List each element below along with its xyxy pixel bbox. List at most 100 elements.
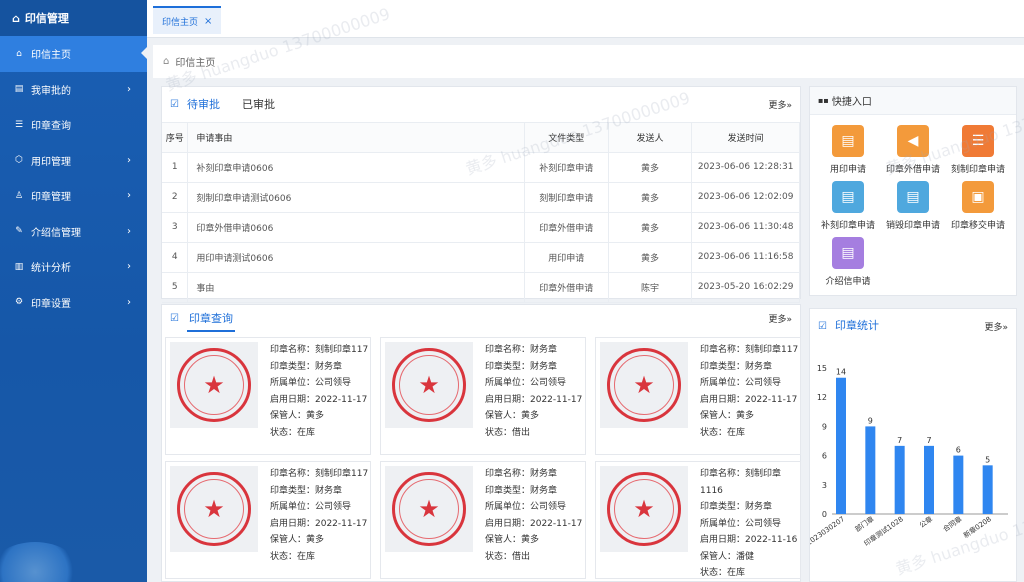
star-icon: ★	[203, 371, 225, 399]
stamp-icon: ☰	[962, 125, 994, 157]
seal-info-line: 印章类型：财务章	[485, 361, 558, 372]
seal-info-line: 状态：在库	[700, 568, 746, 578]
home-icon: ⌂	[16, 48, 22, 59]
y-tick-label: 6	[822, 452, 827, 461]
table-row[interactable]: 5 事由 印章外借申请 陈宇 2023-05-20 16:02:29	[162, 272, 800, 303]
x-tick-label: 印章2023030207	[810, 514, 846, 555]
data-label: 14	[836, 368, 846, 377]
quick-entry-label: 补刻印章申请	[820, 221, 875, 231]
table-row[interactable]: 4 用印申请测试0606 用印申请 黄多 2023-06-06 11:16:58	[162, 242, 800, 273]
quick-entry-item[interactable]: ▤ 介绍信申请	[816, 237, 880, 287]
sidebar-item-7[interactable]: ⚙ 印章设置 ›	[0, 285, 147, 321]
seal-card[interactable]: ★ 印章名称：刻制印章117 印章类型：财务章 所属单位：公司领导 启用日期：2022-…	[165, 337, 371, 455]
seal-info-line: 印章名称：刻制印章117	[270, 469, 369, 479]
seal-info-line: 保管人：黄多	[700, 411, 755, 421]
seal-ring: ★	[607, 472, 681, 546]
table-cell: 黄多	[608, 242, 693, 273]
seal-info-line: 印章名称：财务章	[485, 345, 558, 355]
quick-entry-item[interactable]: ▤ 用印申请	[816, 125, 880, 175]
seal-query-title[interactable]: 印章查询	[186, 306, 235, 332]
table-cell: 刻制印章申请测试0606	[187, 182, 525, 213]
table-row[interactable]: 1 补刻印章申请0606 补刻印章申请 黄多 2023-06-06 12:28:31	[162, 152, 800, 183]
sidebar-item-label: 统计分析	[31, 263, 71, 275]
y-tick-label: 12	[817, 393, 827, 402]
quick-entry-item[interactable]: ▤ 销毁印章申请	[881, 181, 945, 231]
chevron-right-icon: ›	[127, 296, 131, 308]
table-cell: 2023-06-06 12:02:09	[691, 182, 800, 213]
seal-info-line: 保管人：黄多	[270, 411, 325, 421]
column-header: 发送人	[608, 123, 693, 153]
more-link[interactable]: 更多»	[984, 309, 1008, 343]
checkbox-icon: ☑	[818, 320, 827, 332]
tab-pending[interactable]: 待审批	[187, 96, 220, 114]
seal-info-line: 印章类型：财务章	[485, 485, 558, 496]
seal-info-line: 印章名称：刻制印章117	[270, 345, 369, 355]
sidebar-item-4[interactable]: ♙ 印章管理 ›	[0, 178, 147, 214]
bar	[836, 377, 846, 514]
list-search-icon: ☰	[14, 119, 24, 130]
sidebar-item-0[interactable]: ⌂ 印信主页	[0, 36, 147, 72]
tab-approved[interactable]: 已审批	[242, 96, 275, 114]
table-cell: 补刻印章申请0606	[187, 152, 525, 183]
table-cell: 4	[162, 242, 189, 273]
y-tick-label: 15	[817, 364, 827, 373]
table-row[interactable]: 3 印章外借申请0606 印章外借申请 黄多 2023-06-06 11:30:48	[162, 212, 800, 243]
sidebar-item-6[interactable]: ▥ 统计分析 ›	[0, 249, 147, 285]
seal-info-line: 所属单位：公司领导	[485, 378, 567, 388]
seal-info-line: 保管人：黄多	[485, 411, 540, 421]
data-label: 6	[956, 446, 961, 455]
chevron-right-icon: ›	[127, 190, 131, 202]
document-stamp-icon: ▤	[832, 125, 864, 157]
bar	[924, 445, 934, 514]
home-icon: ⌂	[163, 56, 170, 67]
more-link[interactable]: 更多»	[768, 305, 792, 332]
tab-label: 印信主页	[162, 17, 199, 28]
star-icon: ★	[203, 495, 225, 523]
seal-image: ★	[600, 342, 688, 428]
seal-info-line: 所属单位：公司领导	[700, 378, 782, 388]
seal-card[interactable]: ★ 印章名称：财务章 印章类型：财务章 所属单位：公司领导 启用日期：2022-11-1…	[380, 461, 586, 579]
seal-card[interactable]: ★ 印章名称：刻制印章117 印章类型：财务章 所属单位：公司领导 启用日期：2022-…	[165, 461, 371, 579]
seal-info-line: 状态：在库	[700, 427, 746, 438]
quick-entry-item[interactable]: ☰ 刻制印章申请	[946, 125, 1010, 175]
more-link[interactable]: 更多»	[768, 87, 792, 122]
tab-home[interactable]: 印信主页 ×	[153, 6, 222, 34]
sidebar-item-label: 印信主页	[31, 50, 71, 62]
approval-table: 序号 申请事由 文件类型 发送人 发送时间 1 补刻印章申请0606 补刻印章申请 黄多 202…	[162, 123, 800, 303]
seal-ring: ★	[392, 472, 466, 546]
settings-icon: ⚙	[14, 297, 24, 308]
close-icon[interactable]: ×	[204, 16, 212, 27]
column-header: 申请事由	[187, 123, 525, 153]
seal-info-line: 印章类型：财务章	[700, 361, 773, 372]
quick-entry-item[interactable]: ▤ 补刻印章申请	[816, 181, 880, 231]
sidebar-item-5[interactable]: ✎ 介绍信管理 ›	[0, 214, 147, 250]
table-row[interactable]: 2 刻制印章申请测试0606 刻制印章申请 黄多 2023-06-06 12:02:09	[162, 182, 800, 213]
seal-info-line: 启用日期：2022-11-17	[485, 518, 583, 529]
chevron-right-icon: ›	[127, 261, 131, 273]
quick-entry-label: 印章移交申请	[950, 221, 1005, 231]
quick-entry-label: 刻制印章申请	[950, 165, 1005, 175]
seal-info-line: 所属单位：公司领导	[485, 502, 567, 512]
bar	[865, 426, 876, 514]
home-icon: ⌂	[12, 11, 20, 25]
transfer-icon: ▣	[962, 181, 994, 213]
sidebar-item-2[interactable]: ☰ 印章查询	[0, 107, 147, 143]
column-header: 发送时间	[691, 123, 800, 153]
seal-card[interactable]: ★ 印章名称：刻制印章1116 印章类型：财务章 所属单位：公司领导 启用日期：2022…	[595, 461, 801, 579]
sidebar-item-3[interactable]: ⬡ 用印管理 ›	[0, 143, 147, 179]
quick-entry-label: 用印申请	[829, 165, 866, 175]
table-cell: 黄多	[608, 182, 693, 213]
table-cell: 2023-05-20 16:02:29	[691, 272, 800, 303]
seal-card[interactable]: ★ 印章名称：刻制印章117 印章类型：财务章 所属单位：公司领导 启用日期：2022-…	[595, 337, 801, 455]
sidebar-item-1[interactable]: ▤ 我审批的 ›	[0, 72, 147, 108]
quick-entry-item[interactable]: ◀ 印章外借申请	[881, 125, 945, 175]
checkbox-icon: ☑	[170, 313, 179, 324]
breadcrumb-label[interactable]: 印信主页	[175, 54, 215, 69]
grid-icon: ▪▪	[818, 96, 829, 105]
box-icon: ⬡	[15, 155, 23, 166]
seal-card[interactable]: ★ 印章名称：财务章 印章类型：财务章 所属单位：公司领导 启用日期：2022-11-1…	[380, 337, 586, 455]
chevron-right-icon: ›	[127, 154, 131, 166]
share-icon: ◀	[897, 125, 929, 157]
breadcrumb: ⌂ 印信主页	[153, 45, 1024, 78]
quick-entry-item[interactable]: ▣ 印章移交申请	[946, 181, 1010, 231]
